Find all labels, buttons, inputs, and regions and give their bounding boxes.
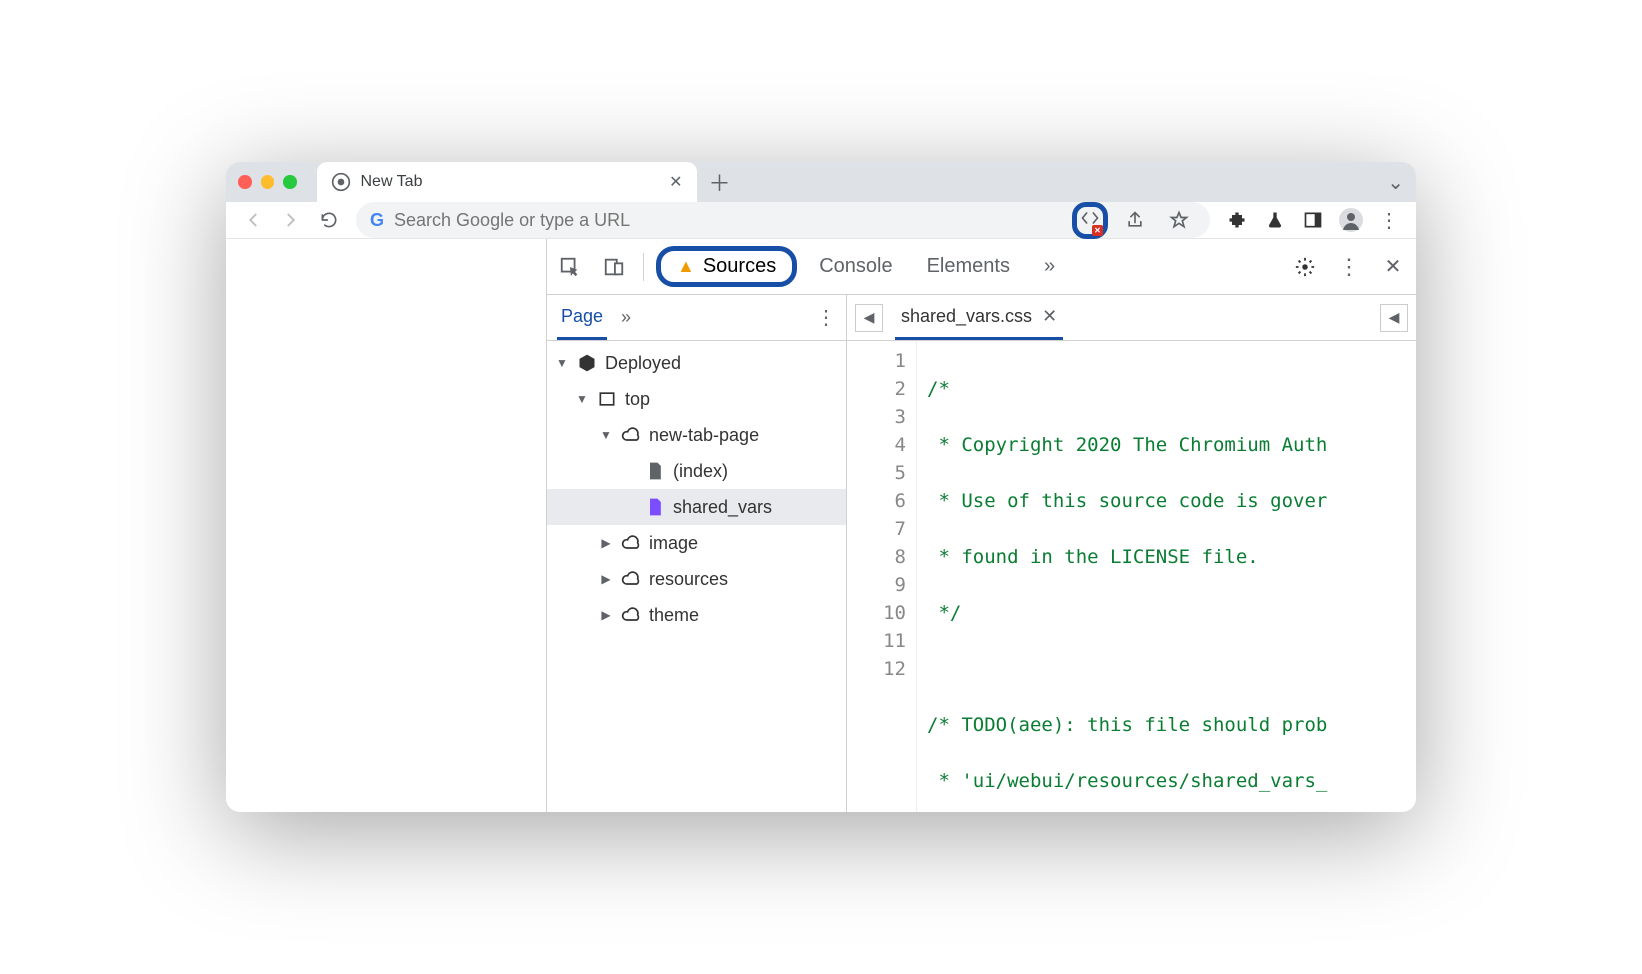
nav-right-icon[interactable]: ◀ [1380, 304, 1408, 332]
css-file-icon [645, 497, 665, 517]
file-tab[interactable]: shared_vars.css ✕ [895, 296, 1063, 340]
tree-label: new-tab-page [649, 425, 759, 446]
tree-label: theme [649, 605, 699, 626]
tab-sources-label: Sources [703, 255, 776, 278]
sidebar-tabs: Page » ⋮ [547, 295, 846, 341]
tab-strip: New Tab ✕ ＋ ⌄ [226, 162, 1416, 202]
settings-gear-icon[interactable] [1288, 250, 1322, 284]
tree-theme[interactable]: ▶ theme [547, 597, 846, 633]
sources-sidebar: Page » ⋮ ▼ Deployed ▼ top [547, 295, 847, 812]
inspect-element-icon[interactable] [553, 250, 587, 284]
share-icon[interactable] [1118, 203, 1152, 237]
forward-button[interactable] [274, 203, 308, 237]
tab-list-button[interactable]: ⌄ [1387, 170, 1404, 195]
reload-button[interactable] [312, 203, 346, 237]
devtools-tabbar: ▲ Sources Console Elements » ⋮ ✕ [547, 239, 1416, 295]
page-viewport [226, 239, 546, 812]
chrome-menu-icon[interactable]: ⋮ [1372, 203, 1406, 237]
tree-deployed[interactable]: ▼ Deployed [547, 345, 846, 381]
editor-column: ◀ shared_vars.css ✕ ◀ 1 2 3 4 5 6 7 8 9 … [847, 295, 1416, 812]
new-tab-button[interactable]: ＋ [705, 166, 735, 198]
google-logo-icon: G [370, 210, 384, 231]
extensions-icon[interactable] [1220, 203, 1254, 237]
cloud-icon [621, 425, 641, 445]
file-tab-close-icon[interactable]: ✕ [1042, 306, 1057, 327]
tree-label: Deployed [605, 353, 681, 374]
browser-window: New Tab ✕ ＋ ⌄ G ✕ [226, 162, 1416, 812]
tree-index[interactable]: (index) [547, 453, 846, 489]
tree-resources[interactable]: ▶ resources [547, 561, 846, 597]
devtools-menu-icon[interactable]: ⋮ [1332, 250, 1366, 284]
tab-title: New Tab [361, 173, 423, 191]
profile-avatar-icon[interactable] [1334, 203, 1368, 237]
minimize-window-button[interactable] [261, 175, 275, 189]
disclosure-triangle-icon[interactable]: ▼ [555, 356, 569, 370]
cloud-icon [621, 605, 641, 625]
close-devtools-icon[interactable]: ✕ [1376, 250, 1410, 284]
devtools-indicator-highlight: ✕ [1072, 202, 1108, 239]
tab-console[interactable]: Console [807, 249, 904, 284]
toolbar: G ✕ [226, 202, 1416, 239]
code-editor[interactable]: 1 2 3 4 5 6 7 8 9 10 11 12 /* * Copyrigh… [847, 341, 1416, 812]
editor-tabbar: ◀ shared_vars.css ✕ ◀ [847, 295, 1416, 341]
tree-label: (index) [673, 461, 728, 482]
side-panel-icon[interactable] [1296, 203, 1330, 237]
tab-sources[interactable]: ▲ Sources [656, 246, 797, 287]
omnibox-input[interactable] [394, 210, 1062, 231]
box-icon [577, 353, 597, 373]
code-content: /* * Copyright 2020 The Chromium Auth * … [917, 341, 1416, 812]
tree-image[interactable]: ▶ image [547, 525, 846, 561]
tree-new-tab-page[interactable]: ▼ new-tab-page [547, 417, 846, 453]
bookmark-star-icon[interactable] [1162, 203, 1196, 237]
warning-icon: ▲ [677, 256, 695, 277]
disclosure-triangle-icon[interactable]: ▶ [599, 608, 613, 622]
cloud-icon [621, 569, 641, 589]
browser-tab[interactable]: New Tab ✕ [317, 162, 697, 202]
device-toolbar-icon[interactable] [597, 250, 631, 284]
tabs-overflow-icon[interactable]: » [1032, 249, 1067, 284]
nav-left-icon[interactable]: ◀ [855, 304, 883, 332]
cloud-icon [621, 533, 641, 553]
tree-label: image [649, 533, 698, 554]
disclosure-triangle-icon[interactable]: ▼ [575, 392, 589, 406]
sidebar-tabs-overflow-icon[interactable]: » [621, 307, 631, 328]
divider [643, 253, 644, 281]
labs-flask-icon[interactable] [1258, 203, 1292, 237]
disclosure-triangle-icon[interactable]: ▶ [599, 536, 613, 550]
sidebar-tab-page[interactable]: Page [557, 296, 607, 340]
tab-close-icon[interactable]: ✕ [669, 172, 682, 192]
tree-label: resources [649, 569, 728, 590]
tab-elements-label: Elements [927, 255, 1010, 278]
tree-top[interactable]: ▼ top [547, 381, 846, 417]
close-window-button[interactable] [238, 175, 252, 189]
back-button[interactable] [236, 203, 270, 237]
omnibox[interactable]: G ✕ [356, 202, 1210, 238]
file-tree: ▼ Deployed ▼ top ▼ new-tab-page [547, 341, 846, 812]
frame-icon [597, 389, 617, 409]
traffic-lights [238, 175, 297, 189]
document-icon [645, 461, 665, 481]
tab-elements[interactable]: Elements [915, 249, 1022, 284]
line-number-gutter: 1 2 3 4 5 6 7 8 9 10 11 12 [847, 341, 917, 812]
tree-label: top [625, 389, 650, 410]
disclosure-triangle-icon[interactable]: ▶ [599, 572, 613, 586]
code-error-icon[interactable]: ✕ [1080, 208, 1100, 233]
devtools-panel: ▲ Sources Console Elements » ⋮ ✕ [546, 239, 1416, 812]
content-area: ▲ Sources Console Elements » ⋮ ✕ [226, 239, 1416, 812]
file-tab-label: shared_vars.css [901, 306, 1032, 327]
disclosure-triangle-icon[interactable]: ▼ [599, 428, 613, 442]
tree-shared-vars[interactable]: shared_vars [547, 489, 846, 525]
tree-label: shared_vars [673, 497, 772, 518]
sidebar-menu-icon[interactable]: ⋮ [816, 305, 836, 330]
maximize-window-button[interactable] [283, 175, 297, 189]
tab-console-label: Console [819, 255, 892, 278]
chrome-favicon-icon [331, 172, 351, 192]
